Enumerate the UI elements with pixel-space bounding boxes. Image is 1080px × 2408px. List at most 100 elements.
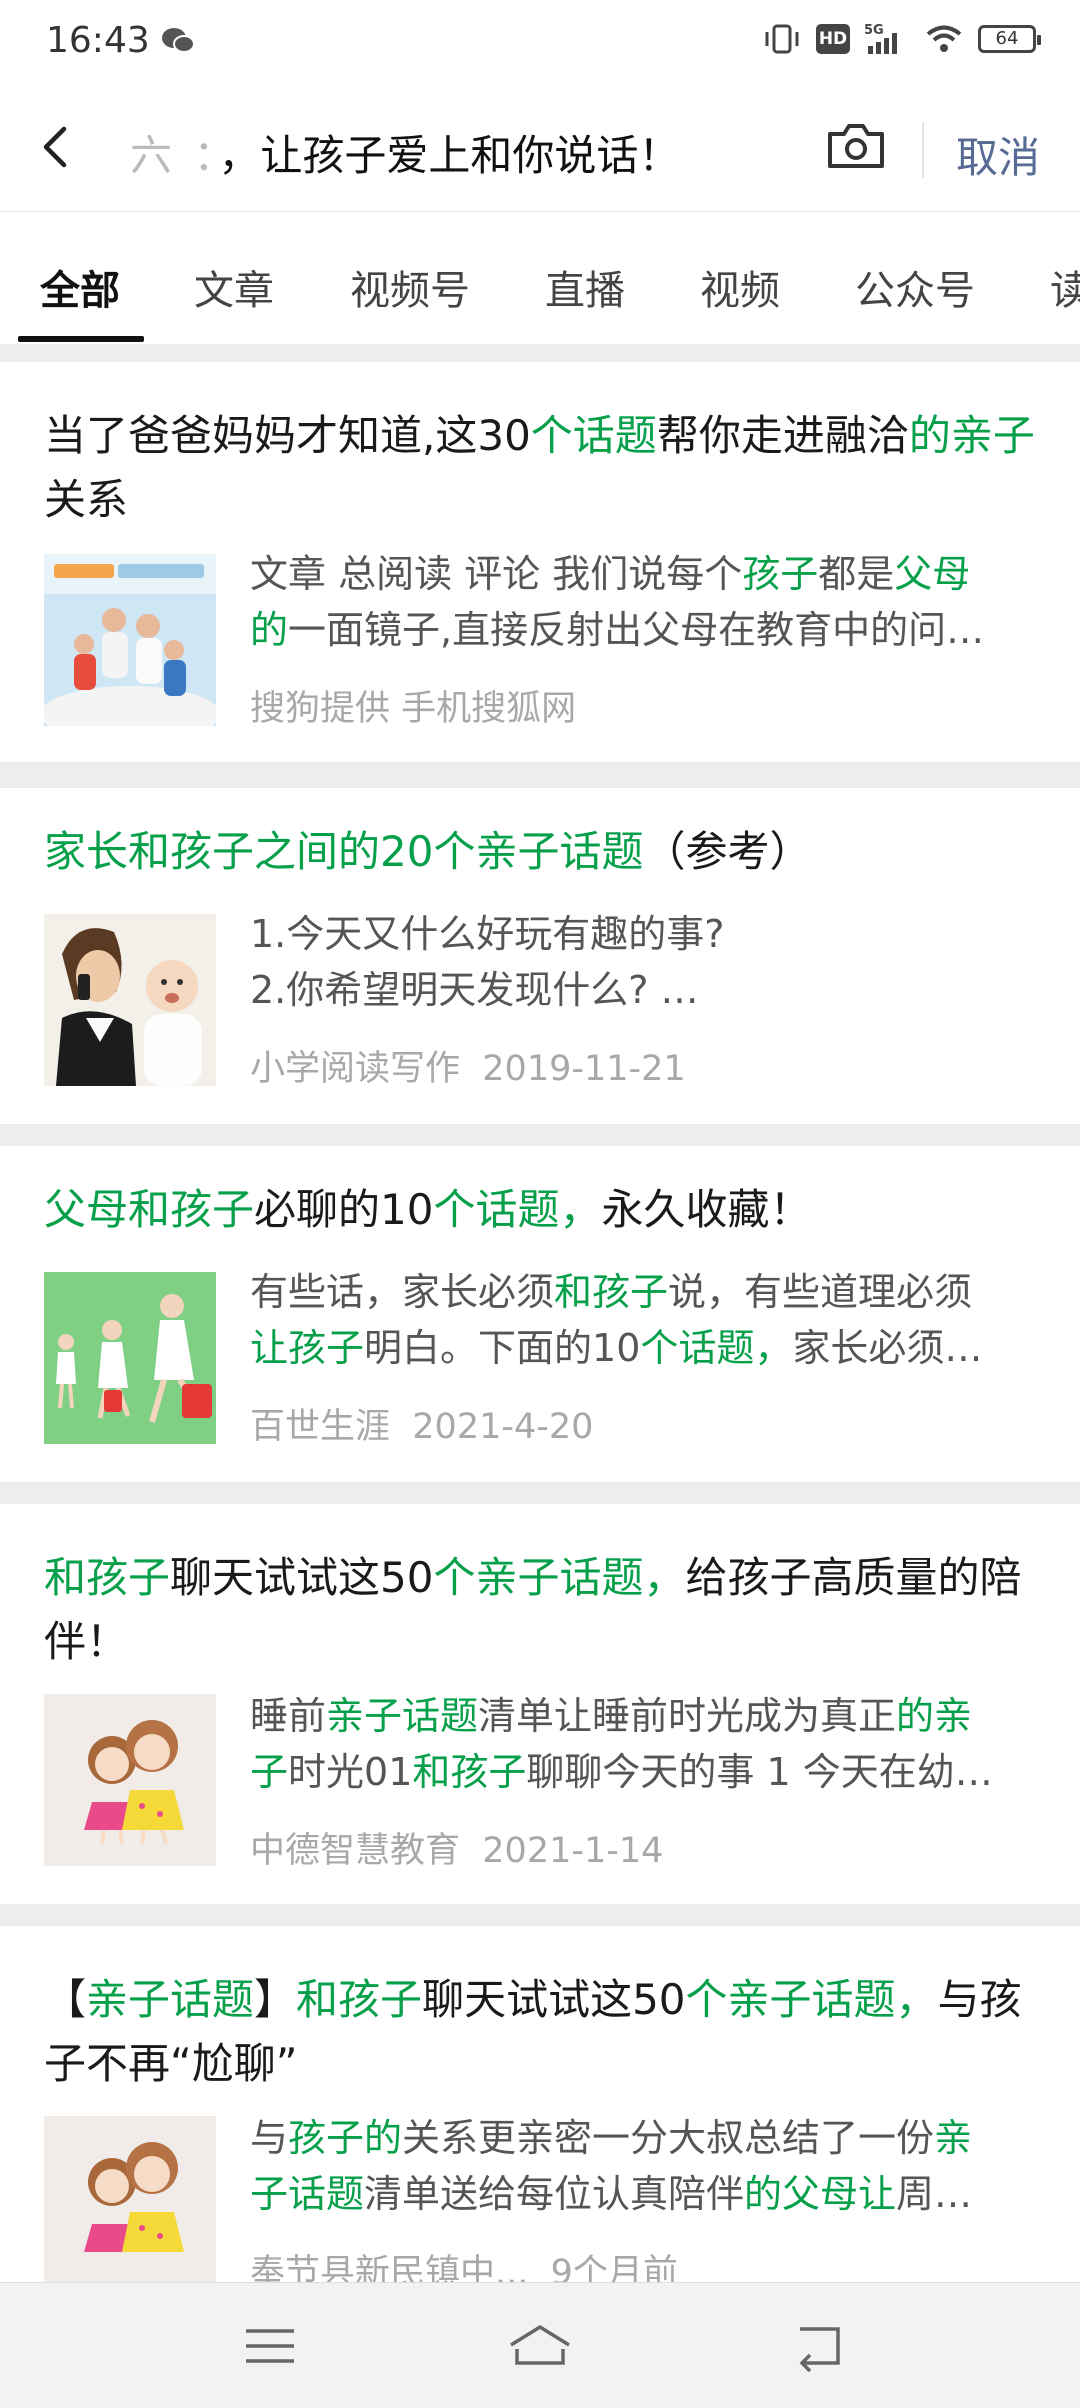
text-segment: 有些话，家长必须 (250, 1270, 555, 1314)
keyword-highlight: 父母 (894, 552, 971, 596)
camera-icon[interactable] (826, 120, 886, 170)
keyword-highlight: 子 (250, 1750, 289, 1794)
keyword-highlight: 的亲子 (908, 411, 1035, 460)
two-girls-illustration-icon (44, 1694, 216, 1866)
text-segment: 说，有些道理必须 (668, 1270, 973, 1314)
text-segment: 睡前 (250, 1694, 327, 1738)
result-source-name: 百世生涯 (250, 1407, 391, 1447)
search-divider (922, 122, 924, 178)
search-bar: 六 ：，让孩子爱上和你说话！ 取消 (0, 82, 1080, 212)
result-title: 当了爸爸妈妈才知道,这30个话题帮你走进融洽的亲子关系 (44, 404, 1036, 532)
text-segment: 家长必须… (792, 1326, 983, 1370)
text-segment: 关系 (44, 475, 129, 524)
search-result-4[interactable]: 和孩子聊天试试这50个亲子话题，给孩子高质量的陪伴！ 睡前亲子话题清单让睡前时光… (0, 1504, 1080, 1904)
text-segment: 聊天试试这50 (170, 1553, 434, 1602)
snippet-line: 与孩子的关系更亲密一分大叔总结了一份亲 (250, 2110, 1040, 2166)
keyword-highlight: 孩子的 (288, 2116, 403, 2160)
svg-text:5G: 5G (864, 23, 884, 38)
result-thumbnail (44, 1272, 216, 1444)
mother-baby-photo-icon (44, 914, 216, 1086)
result-thumbnail (44, 2116, 216, 2288)
text-segment: 1.今天又什么好玩有趣的事? (250, 912, 725, 956)
text-segment: 聊聊今天的事 1 今天在幼… (526, 1750, 993, 1794)
result-source-name: 小学阅读写作 (250, 1049, 461, 1089)
vibrate-icon (765, 24, 799, 54)
menu-icon[interactable] (240, 2319, 300, 2373)
result-snippet: 睡前亲子话题清单让睡前时光成为真正的亲 子时光01和孩子聊聊今天的事 1 今天在… (250, 1688, 1040, 1800)
text-segment: 】 (254, 1975, 297, 2024)
search-result-1[interactable]: 当了爸爸妈妈才知道,这30个话题帮你走进融洽的亲子关系 文章 总阅读 评论 我们… (0, 362, 1080, 762)
result-title: 家长和孩子之间的20个亲子话题（参考） (44, 820, 1036, 884)
battery-icon: 64 (978, 25, 1041, 53)
snippet-line: 1.今天又什么好玩有趣的事? (250, 906, 1040, 962)
text-segment: 必聊的10 (254, 1185, 434, 1234)
tab-all[interactable]: 全部 (40, 258, 120, 316)
tab-videos[interactable]: 视频 (700, 258, 780, 316)
result-date: 2021-1-14 (482, 1831, 664, 1871)
search-input[interactable]: 六 ：，让孩子爱上和你说话！ (130, 122, 680, 183)
text-segment: 当了爸爸妈妈才知道,这30 (44, 411, 531, 460)
status-time: 16:43 (46, 20, 150, 61)
text-segment: 一面镜子,直接反射出父母在教育中的问… (288, 608, 985, 652)
tab-articles[interactable]: 文章 (194, 258, 274, 316)
cancel-button[interactable]: 取消 (956, 124, 1040, 185)
growing-child-illustration-icon (44, 1272, 216, 1444)
family-photo-icon (44, 554, 216, 726)
text-segment: 2.你希望明天发现什么? … (250, 968, 699, 1012)
search-result-3[interactable]: 父母和孩子必聊的10个话题，永久收藏！ 有些话，家长必须和孩子说，有些道理必须 … (0, 1146, 1080, 1482)
search-result-2[interactable]: 家长和孩子之间的20个亲子话题（参考） 1.今天又什么好玩有趣的事? 2.你希望… (0, 788, 1080, 1124)
signal-icon: 5G (864, 23, 897, 54)
text-segment: 时光01 (288, 1750, 413, 1794)
keyword-highlight: 个话题， (640, 1326, 793, 1370)
snippet-line: 子时光01和孩子聊聊今天的事 1 今天在幼… (250, 1744, 1040, 1800)
keyword-highlight: 和孩子 (412, 1750, 527, 1794)
back-icon[interactable] (790, 2319, 850, 2373)
result-source: 中德智慧教育 2021-1-14 (250, 1822, 663, 1873)
back-arrow-icon[interactable] (30, 117, 90, 177)
result-thumbnail (44, 1694, 216, 1866)
text-segment: （参考） (643, 827, 812, 876)
snippet-line: 2.你希望明天发现什么? … (250, 962, 1040, 1018)
text-segment: 聊天试试这50 (422, 1975, 686, 2024)
text-segment: 清单让睡前时光成为真正 (478, 1694, 897, 1738)
snippet-line: 的一面镜子,直接反射出父母在教育中的问… (250, 602, 1040, 658)
keyword-highlight: 个话题 (530, 411, 657, 460)
snippet-line: 让孩子明白。下面的10个话题，家长必须… (250, 1320, 1040, 1376)
tab-channels[interactable]: 视频号 (350, 258, 470, 316)
search-query-faded: 六 ： (130, 131, 219, 180)
result-source-name: 搜狗提供 手机搜狐网 (250, 689, 577, 729)
filter-tabs: 全部 文章 视频号 直播 视频 公众号 读 (0, 212, 1080, 344)
result-date: 2021-4-20 (412, 1407, 594, 1447)
status-bar: 16:43 HD 5G 64 (0, 0, 1080, 82)
active-tab-indicator (18, 336, 144, 342)
search-result-5[interactable]: 【亲子话题】和孩子聊天试试这50个亲子话题，与孩子不再“尬聊” 与孩子的关系更亲… (0, 1926, 1080, 2293)
wechat-icon (162, 28, 195, 53)
tab-read[interactable]: 读 (1050, 258, 1080, 316)
keyword-highlight: 的父母让 (744, 2172, 897, 2216)
text-segment: 明白。下面的10 (364, 1326, 641, 1370)
result-snippet: 1.今天又什么好玩有趣的事? 2.你希望明天发现什么? … (250, 906, 1040, 1018)
text-segment: 永久收藏！ (601, 1185, 812, 1234)
text-segment: 帮你走进融洽 (656, 411, 909, 460)
two-girls-illustration-icon (44, 2116, 216, 2288)
snippet-line: 子话题清单送给每位认真陪伴的父母让周… (250, 2166, 1040, 2222)
keyword-highlight: 让孩子 (250, 1326, 365, 1370)
result-date: 2019-11-21 (482, 1049, 686, 1089)
keyword-highlight: 个话题， (433, 1185, 602, 1234)
search-query-text: ，让孩子爱上和你说话！ (218, 131, 681, 180)
result-title: 父母和孩子必聊的10个话题，永久收藏！ (44, 1178, 1036, 1242)
result-source: 百世生涯 2021-4-20 (250, 1398, 593, 1449)
tab-official-accounts[interactable]: 公众号 (855, 258, 975, 316)
keyword-highlight: 个亲子话题， (433, 1553, 686, 1602)
result-source-name: 中德智慧教育 (250, 1831, 461, 1871)
home-icon[interactable] (505, 2319, 575, 2373)
keyword-highlight: 亲子话题 (326, 1694, 479, 1738)
text-segment: 都是 (818, 552, 895, 596)
result-thumbnail (44, 554, 216, 726)
system-nav-bar (0, 2282, 1080, 2408)
snippet-line: 文章 总阅读 评论 我们说每个孩子都是父母 (250, 546, 1040, 602)
result-snippet: 有些话，家长必须和孩子说，有些道理必须 让孩子明白。下面的10个话题，家长必须… (250, 1264, 1040, 1376)
tab-live[interactable]: 直播 (545, 258, 625, 316)
keyword-highlight: 子话题 (250, 2172, 365, 2216)
result-snippet: 与孩子的关系更亲密一分大叔总结了一份亲 子话题清单送给每位认真陪伴的父母让周… (250, 2110, 1040, 2222)
